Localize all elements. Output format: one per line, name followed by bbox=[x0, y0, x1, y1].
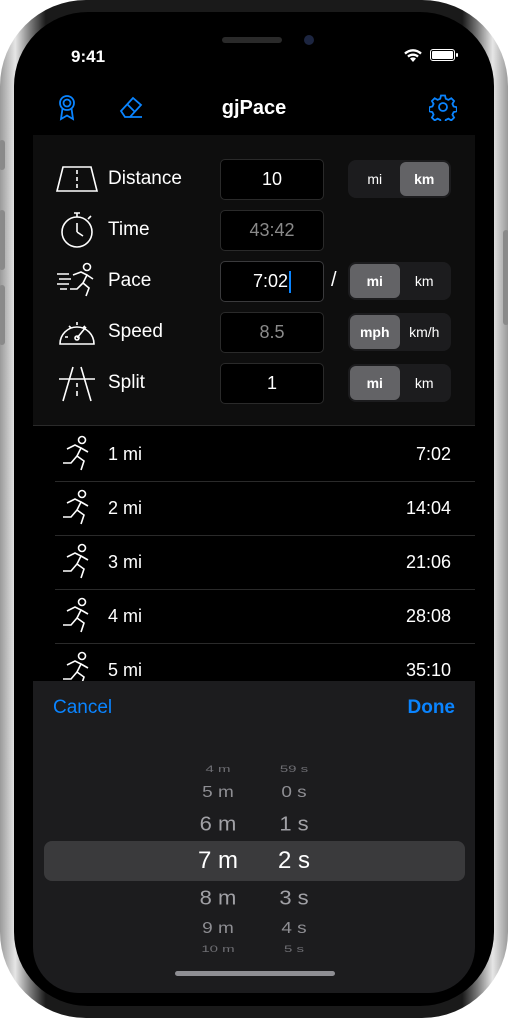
split-unit-km[interactable]: km bbox=[400, 366, 450, 400]
pace-unit-mi[interactable]: mi bbox=[350, 264, 400, 298]
pace-calculator-form: Distance 10 mi km Time 43:42 Pace 7:02 /… bbox=[33, 135, 475, 425]
speed-field[interactable]: 8.5 bbox=[220, 312, 324, 353]
list-item[interactable]: 4 mi 28:08 bbox=[33, 589, 475, 643]
split-distance: 4 mi bbox=[108, 606, 143, 626]
pace-unit-km[interactable]: km bbox=[400, 264, 450, 298]
runner-icon bbox=[63, 435, 89, 471]
minute-option[interactable]: 9 m bbox=[191, 920, 245, 938]
split-time: 35:10 bbox=[405, 660, 451, 680]
second-option[interactable]: 1 s bbox=[263, 812, 325, 836]
done-button[interactable]: Done bbox=[408, 697, 456, 719]
stopwatch-icon bbox=[61, 212, 93, 248]
split-time: 28:08 bbox=[405, 606, 451, 626]
power-button bbox=[503, 230, 508, 325]
split-unit-segmented-control: mi km bbox=[348, 364, 451, 402]
minute-option[interactable]: 5 m bbox=[191, 784, 245, 802]
pace-label: Pace bbox=[108, 270, 152, 291]
second-option[interactable]: 4 s bbox=[266, 920, 322, 938]
distance-label: Distance bbox=[108, 168, 182, 189]
status-time: 9:41 bbox=[71, 47, 106, 66]
speed-unit-mph[interactable]: mph bbox=[350, 315, 400, 349]
list-item[interactable]: 3 mi 21:06 bbox=[33, 535, 475, 589]
divider bbox=[33, 425, 475, 426]
split-distance: 3 mi bbox=[108, 552, 143, 572]
split-field[interactable]: 1 bbox=[220, 363, 324, 404]
cancel-button[interactable]: Cancel bbox=[53, 697, 112, 719]
speed-unit-kmh[interactable]: km/h bbox=[400, 315, 450, 349]
runner-icon bbox=[63, 597, 89, 633]
highway-icon bbox=[59, 366, 95, 402]
front-camera bbox=[304, 35, 314, 45]
distance-row: Distance 10 mi km bbox=[33, 157, 475, 201]
picker-selection-highlight bbox=[44, 841, 465, 881]
list-item[interactable]: 2 mi 14:04 bbox=[33, 481, 475, 535]
navigation-bar: gjPace bbox=[33, 87, 475, 133]
road-icon bbox=[55, 166, 99, 192]
wifi-icon bbox=[404, 49, 422, 62]
second-option[interactable]: 59 s bbox=[266, 764, 322, 774]
pace-unit-segmented-control: mi km bbox=[348, 262, 451, 300]
distance-field[interactable]: 10 bbox=[220, 159, 324, 200]
minute-option[interactable]: 8 m bbox=[188, 886, 248, 910]
pace-separator: / bbox=[331, 269, 337, 291]
picker-toolbar: Cancel Done bbox=[33, 681, 475, 733]
volume-up-button bbox=[0, 210, 5, 270]
split-label: Split bbox=[108, 372, 145, 393]
time-label: Time bbox=[108, 219, 150, 240]
minute-option[interactable]: 10 m bbox=[189, 944, 247, 954]
runner-icon bbox=[63, 543, 89, 579]
battery-icon bbox=[430, 49, 458, 61]
split-time: 21:06 bbox=[405, 552, 451, 572]
volume-down-button bbox=[0, 285, 5, 345]
home-indicator[interactable] bbox=[175, 971, 335, 976]
minute-option[interactable]: 4 m bbox=[193, 764, 243, 774]
split-time: 14:04 bbox=[405, 498, 451, 518]
speaker-grille bbox=[222, 37, 282, 43]
distance-unit-mi[interactable]: mi bbox=[350, 162, 400, 196]
second-option[interactable]: 0 s bbox=[266, 784, 322, 802]
notch bbox=[150, 25, 360, 57]
list-item[interactable]: 1 mi 7:02 bbox=[33, 427, 475, 481]
split-distance: 1 mi bbox=[108, 444, 143, 464]
second-option[interactable]: 3 s bbox=[263, 886, 325, 910]
phone-frame: 9:41 gjPace Distance 10 mi km Time 43:42… bbox=[0, 0, 508, 1018]
page-title: gjPace bbox=[221, 97, 287, 119]
pace-value: 7:02 bbox=[252, 271, 289, 291]
distance-unit-km[interactable]: km bbox=[399, 162, 449, 196]
time-field[interactable]: 43:42 bbox=[220, 210, 324, 251]
splits-list: 1 mi 7:02 2 mi 14:04 3 mi 21:06 4 mi 28:… bbox=[33, 425, 475, 687]
speed-unit-segmented-control: mph km/h bbox=[348, 313, 451, 351]
text-caret bbox=[289, 271, 292, 294]
split-distance: 2 mi bbox=[108, 498, 143, 518]
split-time: 7:02 bbox=[415, 444, 451, 464]
pace-field[interactable]: 7:02 bbox=[220, 261, 324, 302]
minute-option-selected[interactable]: 7 m bbox=[185, 847, 251, 875]
gear-icon[interactable] bbox=[429, 93, 457, 121]
second-option[interactable]: 5 s bbox=[266, 944, 322, 954]
minute-option[interactable]: 6 m bbox=[188, 812, 248, 836]
screen: 9:41 gjPace Distance 10 mi km Time 43:42… bbox=[33, 25, 475, 993]
mute-switch bbox=[0, 140, 5, 170]
speed-row: Speed 8.5 mph km/h bbox=[33, 310, 475, 354]
runner-fast-icon bbox=[57, 262, 94, 297]
split-row: Split 1 mi km bbox=[33, 361, 475, 405]
pace-picker-wheel[interactable]: 4 m 59 s 5 m 0 s 6 m 1 s 7 m 2 s 8 m 3 s… bbox=[33, 733, 475, 993]
speed-label: Speed bbox=[108, 321, 163, 342]
split-distance: 5 mi bbox=[108, 660, 143, 680]
pace-row: Pace 7:02 / mi km bbox=[33, 259, 475, 303]
second-option-selected[interactable]: 2 s bbox=[261, 847, 327, 875]
split-unit-mi[interactable]: mi bbox=[350, 366, 400, 400]
runner-icon bbox=[63, 489, 89, 525]
speedometer-icon bbox=[59, 322, 95, 345]
time-row: Time 43:42 bbox=[33, 208, 475, 252]
distance-unit-segmented-control: mi km bbox=[348, 160, 451, 198]
